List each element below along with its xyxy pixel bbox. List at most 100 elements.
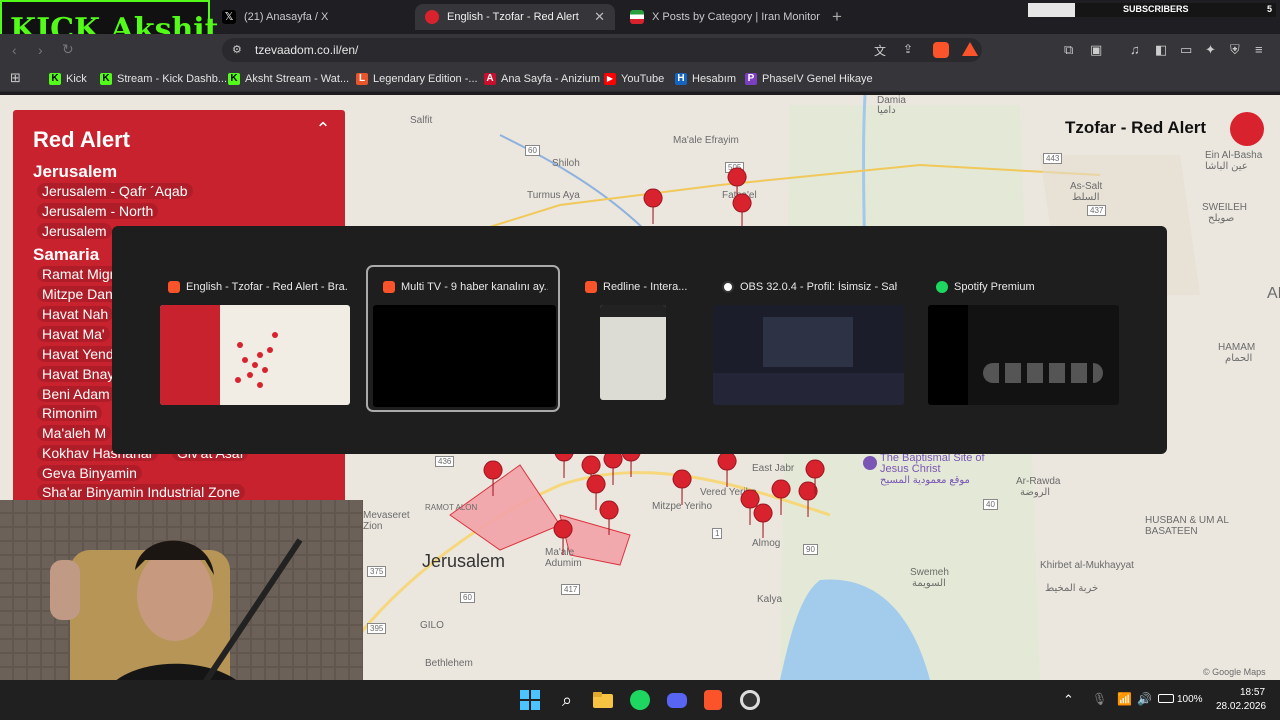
bookmark-label: YouTube <box>621 73 665 85</box>
search-icon[interactable]: ⌕ <box>555 688 579 712</box>
alert-place: Havat Bnay <box>37 366 120 382</box>
bookmark-kick[interactable]: K Kick <box>49 70 87 88</box>
screenshot-icon[interactable]: ▣ <box>1090 42 1102 58</box>
road-1: 1 <box>712 528 723 539</box>
map-label-fatsael: Fatsa'el <box>722 190 757 201</box>
wallet-icon[interactable]: ▭ <box>1180 42 1192 58</box>
bookmark-youtube[interactable]: ▶ YouTube <box>604 70 664 88</box>
road-60-south: 60 <box>460 592 475 603</box>
map-label-salt-ar: السلط <box>1072 192 1100 203</box>
road-417: 417 <box>561 584 581 595</box>
translate-icon[interactable]: 文 <box>874 42 886 59</box>
alert-place: Geva Binyamin <box>37 465 142 481</box>
reload-icon[interactable]: ↻ <box>62 41 74 58</box>
iran-monitor-icon <box>630 10 644 24</box>
map-label-almog: Almog <box>752 538 781 549</box>
thumb-pins <box>235 332 278 388</box>
x-icon: 𝕏 <box>222 10 236 24</box>
phaseiv-icon: P <box>745 73 757 85</box>
map-label-ain-albasha: Ein Al-Basha <box>1205 150 1263 161</box>
file-explorer-icon[interactable] <box>591 688 615 712</box>
kick-icon: K <box>228 73 240 85</box>
brave-shields-icon[interactable] <box>933 42 949 58</box>
brave-rewards-icon[interactable] <box>962 42 978 56</box>
clock-date[interactable]: 28.02.2026 <box>1216 701 1266 712</box>
start-icon[interactable] <box>518 688 542 712</box>
spotify-icon <box>936 281 948 293</box>
brave-icon[interactable] <box>701 688 725 712</box>
window-thumb-tzofar[interactable] <box>160 305 350 405</box>
thumb-redline-header <box>600 305 666 317</box>
map-label-sweileh: SWEILEH <box>1202 202 1248 213</box>
bookmark-hesabim[interactable]: H Hesabım <box>675 70 736 88</box>
bookmark-label: Legendary Edition -... <box>373 73 478 85</box>
spotify-icon[interactable] <box>628 688 652 712</box>
tray-chevron-icon[interactable]: ⌃ <box>1063 692 1074 708</box>
tab-iran-monitor[interactable]: X Posts by Category | Iran Monitor <box>620 4 825 30</box>
map-label-ain-ar: عين الباشا <box>1205 161 1248 172</box>
road-40: 40 <box>983 499 998 510</box>
obs-icon <box>722 281 734 293</box>
webcam-feed <box>0 500 363 705</box>
window-title: Redline - Intera... <box>585 281 690 293</box>
road-437: 437 <box>1087 205 1107 216</box>
alert-place: Ma'aleh M <box>37 425 112 441</box>
back-icon[interactable]: ‹ <box>12 42 17 58</box>
road-60: 60 <box>525 145 540 156</box>
apps-grid-icon[interactable]: ⊞ <box>10 70 21 86</box>
subscribers-progress <box>1028 3 1075 17</box>
bookmark-anizium[interactable]: A Ana Sayfa - Anizium <box>484 70 600 88</box>
clock-time[interactable]: 18:57 <box>1240 687 1265 698</box>
tab-tzofar[interactable]: English - Tzofar - Red Alert ✕ <box>415 4 615 30</box>
bookmark-aksht-stream[interactable]: K Aksht Stream - Wat... <box>228 70 349 88</box>
collapse-icon[interactable]: ⌃ <box>313 119 333 139</box>
battery-icon[interactable] <box>1158 694 1174 703</box>
bookmark-phaseiv[interactable]: P PhaseIV Genel Hikaye <box>745 70 873 88</box>
window-thumb-multi-tv[interactable] <box>373 305 556 407</box>
media-icon[interactable]: ♫ <box>1130 42 1140 57</box>
youtube-icon: ▶ <box>604 73 616 85</box>
volume-icon[interactable]: 🔊 <box>1137 692 1152 706</box>
share-icon[interactable]: ⇪ <box>903 42 913 56</box>
leo-ai-icon[interactable]: ✦ <box>1205 42 1216 58</box>
region-samaria: Samaria <box>33 245 100 264</box>
brave-icon <box>585 281 597 293</box>
road-90: 90 <box>803 544 818 555</box>
bookmark-label: Aksht Stream - Wat... <box>245 73 350 85</box>
url-text[interactable]: tzevaadom.co.il/en/ <box>255 43 358 57</box>
bookmark-kick-dashboard[interactable]: K Stream - Kick Dashb... <box>100 70 227 88</box>
alert-place: Rimonim <box>37 405 103 421</box>
window-thumb-spotify[interactable] <box>928 305 1119 405</box>
kick-icon: K <box>49 73 61 85</box>
bookmark-legendary-edition[interactable]: L Legendary Edition -... <box>356 70 478 88</box>
sidebar-icon[interactable]: ◧ <box>1155 42 1167 58</box>
map-label-maale-efrayim: Ma'ale Efrayim <box>673 135 739 146</box>
discord-icon[interactable] <box>665 688 689 712</box>
bookmark-label: Kick <box>66 73 87 85</box>
window-title: OBS 32.0.4 - Profil: İsimsiz - Sah... <box>722 281 897 293</box>
obs-icon[interactable] <box>738 688 762 712</box>
map-label-hammam-ar: الحمام <box>1225 353 1253 364</box>
forward-icon[interactable]: › <box>38 42 43 58</box>
map-label-salfit: Salfit <box>410 115 433 126</box>
new-tab-icon[interactable]: + <box>832 7 842 27</box>
map-label-google: © Google Maps <box>1203 667 1266 677</box>
vpn-icon[interactable]: ⛨ <box>1230 42 1240 58</box>
map-label-baptismal-ar: موقع معمودية المسيح <box>880 475 970 486</box>
tab-x[interactable]: 𝕏 (21) Anasayfa / X <box>212 4 412 30</box>
map-label-khirbet: Khirbet al-Mukhayyat <box>1040 560 1134 571</box>
legendary-icon: L <box>356 73 368 85</box>
wifi-icon[interactable]: 📶 <box>1117 692 1132 706</box>
microphone-icon[interactable]: 🎙 <box>1092 692 1107 706</box>
bookmark-label: Hesabım <box>692 73 737 85</box>
menu-icon[interactable]: ≡ <box>1255 42 1263 57</box>
close-tab-icon[interactable]: ✕ <box>594 9 605 25</box>
site-settings-icon[interactable]: ⚙ <box>232 43 242 56</box>
window-thumb-redline[interactable] <box>600 305 666 400</box>
thumb-spotify-sidebar <box>928 305 968 405</box>
alert-place: Havat Yend <box>37 346 119 362</box>
map-label-al: AL <box>1267 285 1280 302</box>
window-thumb-obs[interactable] <box>713 305 904 405</box>
extensions-icon[interactable]: ⧉ <box>1064 42 1073 58</box>
map-label-ar-rawda: Ar-Rawda <box>1016 476 1061 487</box>
